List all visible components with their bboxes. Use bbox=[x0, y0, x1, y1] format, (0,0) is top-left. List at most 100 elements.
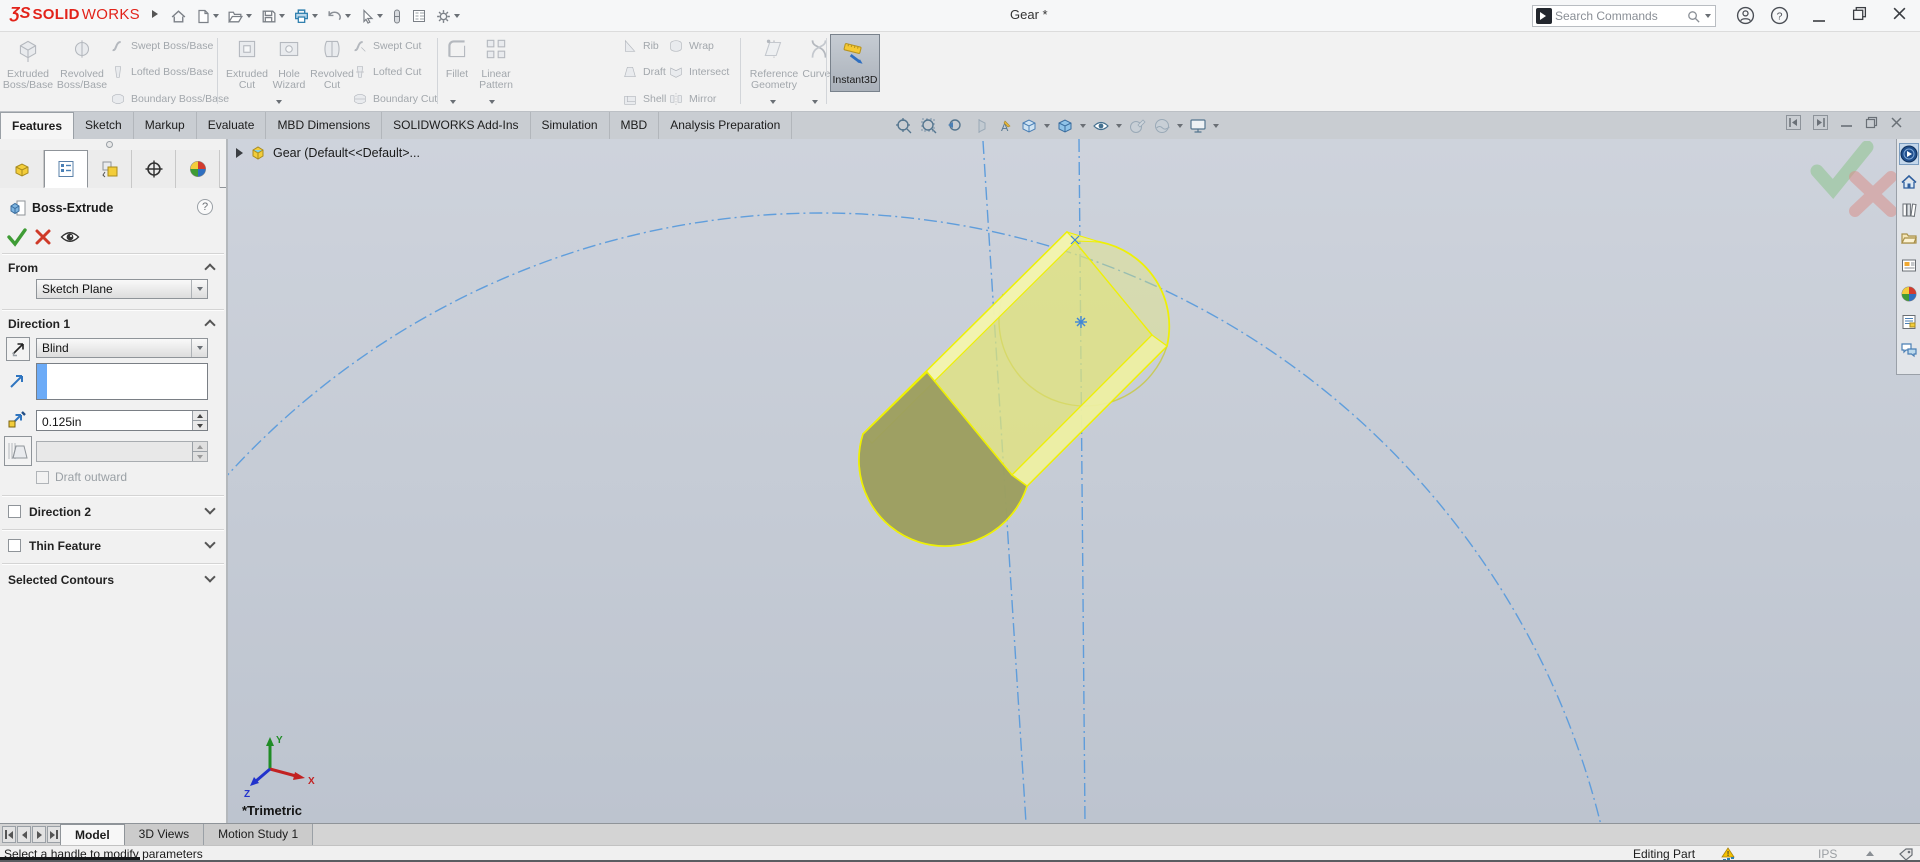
undo-dropdown-icon[interactable] bbox=[345, 14, 351, 18]
selected-contours-expand-chevron-icon[interactable] bbox=[204, 571, 215, 582]
apply-scene-dropdown-icon[interactable] bbox=[1177, 124, 1183, 128]
options-button[interactable] bbox=[433, 6, 462, 27]
tab-mbd[interactable]: MBD bbox=[610, 112, 660, 139]
draft-on-off-button[interactable] bbox=[4, 436, 32, 466]
mirror-button[interactable]: Mirror bbox=[668, 90, 716, 108]
open-dropdown-icon[interactable] bbox=[246, 14, 252, 18]
hide-show-items-button[interactable] bbox=[1090, 115, 1112, 137]
previous-tab-button[interactable] bbox=[17, 826, 31, 843]
task-list-button[interactable] bbox=[409, 6, 429, 26]
previous-view-button[interactable] bbox=[943, 115, 965, 137]
section-view-button[interactable] bbox=[968, 115, 990, 137]
preview-eye-button[interactable] bbox=[60, 228, 80, 246]
tab-markup[interactable]: Markup bbox=[134, 112, 197, 139]
print-button[interactable] bbox=[291, 6, 320, 27]
menu-flyout-icon[interactable] bbox=[152, 10, 158, 18]
tab-motion-study-1[interactable]: Motion Study 1 bbox=[204, 824, 313, 846]
reference-geometry-dropdown-icon[interactable] bbox=[770, 100, 776, 104]
display-manager-tab[interactable] bbox=[176, 150, 220, 188]
ok-button[interactable] bbox=[6, 226, 28, 248]
new-dropdown-icon[interactable] bbox=[213, 14, 219, 18]
tab-3d-views[interactable]: 3D Views bbox=[125, 824, 204, 846]
boundary-cut-button[interactable]: Boundary Cut bbox=[352, 90, 437, 108]
dynamic-annotation-button[interactable]: A bbox=[993, 115, 1015, 137]
window-restore-button[interactable] bbox=[1852, 6, 1867, 21]
units-dropdown-icon[interactable] bbox=[1866, 851, 1874, 856]
hole-wizard-dropdown-icon[interactable] bbox=[276, 100, 282, 104]
direction2-expand-chevron-icon[interactable] bbox=[204, 503, 215, 514]
spin-up-icon[interactable] bbox=[193, 411, 207, 421]
tab-solidworks-add-ins[interactable]: SOLIDWORKS Add-Ins bbox=[382, 112, 530, 139]
view-settings-button[interactable] bbox=[1187, 115, 1209, 137]
selection-filter-button[interactable] bbox=[389, 6, 405, 27]
solidworks-resources-tab[interactable] bbox=[1899, 143, 1919, 165]
cancel-button[interactable] bbox=[34, 228, 52, 246]
rib-button[interactable]: Rib bbox=[622, 37, 659, 55]
forum-tab[interactable] bbox=[1899, 339, 1919, 361]
instant3d-button[interactable]: Instant3D bbox=[830, 34, 880, 92]
search-dropdown-icon[interactable] bbox=[1705, 14, 1711, 18]
curves-dropdown-icon[interactable] bbox=[812, 100, 818, 104]
tab-sketch[interactable]: Sketch bbox=[74, 112, 134, 139]
tab-model[interactable]: Model bbox=[60, 824, 125, 846]
spin-down-icon[interactable] bbox=[193, 421, 207, 430]
dimxpert-manager-tab[interactable] bbox=[132, 150, 176, 188]
feature-manager-tab[interactable] bbox=[0, 150, 44, 188]
design-library-tab[interactable] bbox=[1899, 199, 1919, 221]
open-button[interactable] bbox=[225, 6, 254, 27]
apply-scene-button[interactable] bbox=[1151, 115, 1173, 137]
edit-appearance-button[interactable] bbox=[1126, 115, 1148, 137]
revolved-boss-base-button[interactable]: RevolvedBoss/Base bbox=[56, 36, 108, 91]
direction2-checkbox[interactable] bbox=[8, 505, 21, 518]
file-explorer-tab[interactable] bbox=[1899, 227, 1919, 249]
wrap-button[interactable]: Wrap bbox=[668, 37, 714, 55]
tab-mbd-dimensions[interactable]: MBD Dimensions bbox=[266, 112, 382, 139]
help-button[interactable]: ? bbox=[197, 199, 213, 215]
intersect-button[interactable]: Intersect bbox=[668, 63, 729, 81]
feature-tree-flyout[interactable]: Gear (Default<<Default>... bbox=[236, 145, 420, 161]
lofted-boss-base-button[interactable]: Lofted Boss/Base bbox=[110, 63, 213, 81]
doc-restore-button[interactable] bbox=[1865, 116, 1878, 129]
search-input[interactable] bbox=[1555, 9, 1686, 23]
shell-button[interactable]: Shell bbox=[622, 90, 666, 108]
depth-input[interactable] bbox=[37, 411, 192, 430]
revolved-cut-button[interactable]: RevolvedCut bbox=[306, 36, 358, 91]
panel-splitter-handle[interactable] bbox=[106, 141, 113, 148]
tab-features[interactable]: Features bbox=[0, 112, 74, 139]
thin-feature-checkbox[interactable] bbox=[8, 539, 21, 552]
home-button[interactable] bbox=[168, 6, 189, 27]
view-orientation-button[interactable] bbox=[1018, 115, 1040, 137]
boundary-boss-base-button[interactable]: Boundary Boss/Base bbox=[110, 90, 229, 108]
tab-evaluate[interactable]: Evaluate bbox=[197, 112, 267, 139]
thin-feature-expand-chevron-icon[interactable] bbox=[204, 537, 215, 548]
linear-pattern-button[interactable]: LinearPattern bbox=[474, 36, 518, 91]
tab-analysis-preparation[interactable]: Analysis Preparation bbox=[659, 112, 792, 139]
user-account-icon[interactable] bbox=[1736, 6, 1755, 25]
swept-cut-button[interactable]: Swept Cut bbox=[352, 37, 421, 55]
direction-selection-box[interactable] bbox=[36, 363, 208, 400]
draft-button[interactable]: Draft bbox=[622, 63, 666, 81]
save-button[interactable] bbox=[258, 6, 287, 27]
collapse-left-pane-button[interactable] bbox=[1786, 115, 1801, 130]
tab-simulation[interactable]: Simulation bbox=[531, 112, 610, 139]
property-manager-tab[interactable] bbox=[44, 150, 88, 188]
depth-spinner[interactable] bbox=[192, 411, 207, 430]
lofted-cut-button[interactable]: Lofted Cut bbox=[352, 63, 421, 81]
custom-properties-tab[interactable] bbox=[1899, 311, 1919, 333]
display-style-dropdown-icon[interactable] bbox=[1080, 124, 1086, 128]
select-dropdown-icon[interactable] bbox=[377, 14, 383, 18]
reverse-direction-button[interactable] bbox=[6, 337, 30, 361]
collapse-right-pane-button[interactable] bbox=[1813, 115, 1828, 130]
undo-button[interactable] bbox=[324, 6, 353, 27]
window-close-button[interactable] bbox=[1892, 6, 1907, 21]
from-collapse-chevron-icon[interactable] bbox=[204, 263, 215, 274]
from-plane-dropdown[interactable]: Sketch Plane bbox=[36, 279, 208, 299]
fillet-button[interactable]: Fillet bbox=[438, 36, 476, 80]
help-icon[interactable]: ? bbox=[1770, 6, 1789, 25]
zoom-to-area-button[interactable] bbox=[918, 115, 940, 137]
view-settings-dropdown-icon[interactable] bbox=[1213, 124, 1219, 128]
doc-minimize-button[interactable] bbox=[1840, 116, 1853, 129]
home-tab[interactable] bbox=[1899, 171, 1919, 193]
tree-expand-icon[interactable] bbox=[236, 148, 243, 158]
save-dropdown-icon[interactable] bbox=[279, 14, 285, 18]
